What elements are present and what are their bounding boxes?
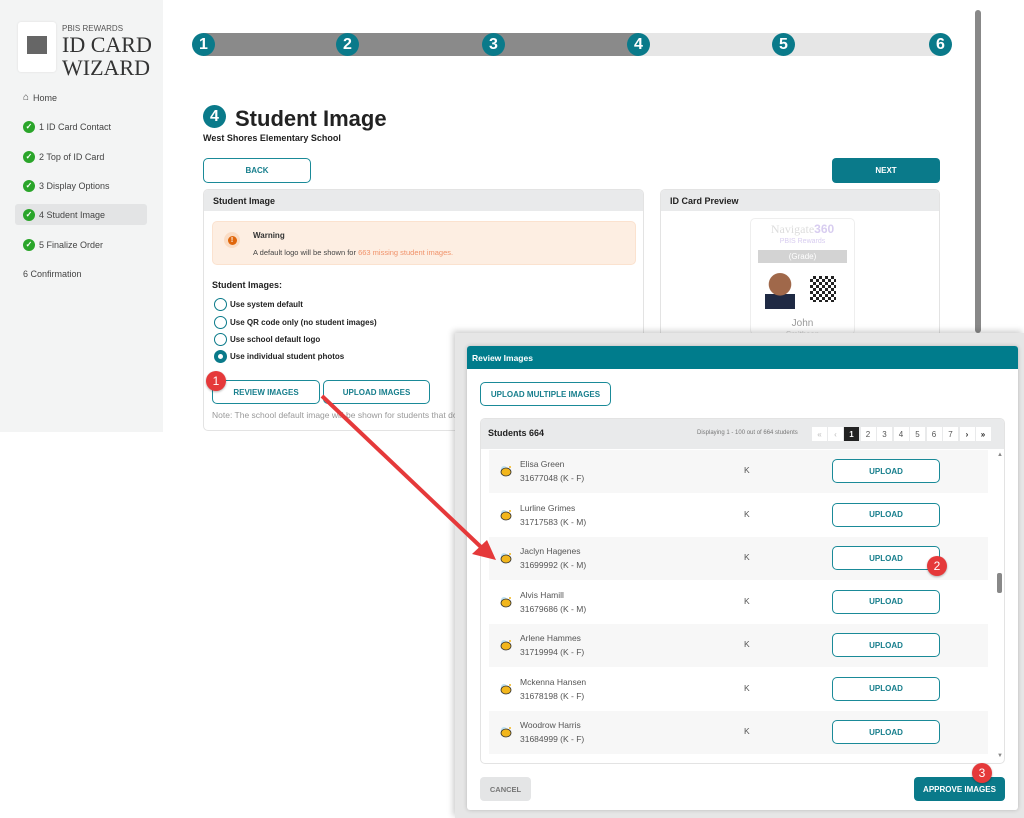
callout-3: 3 <box>972 763 992 783</box>
callout-2: 2 <box>927 556 947 576</box>
arrow-line <box>320 394 484 550</box>
annotation-arrow <box>320 394 496 560</box>
callout-1: 1 <box>206 371 226 391</box>
